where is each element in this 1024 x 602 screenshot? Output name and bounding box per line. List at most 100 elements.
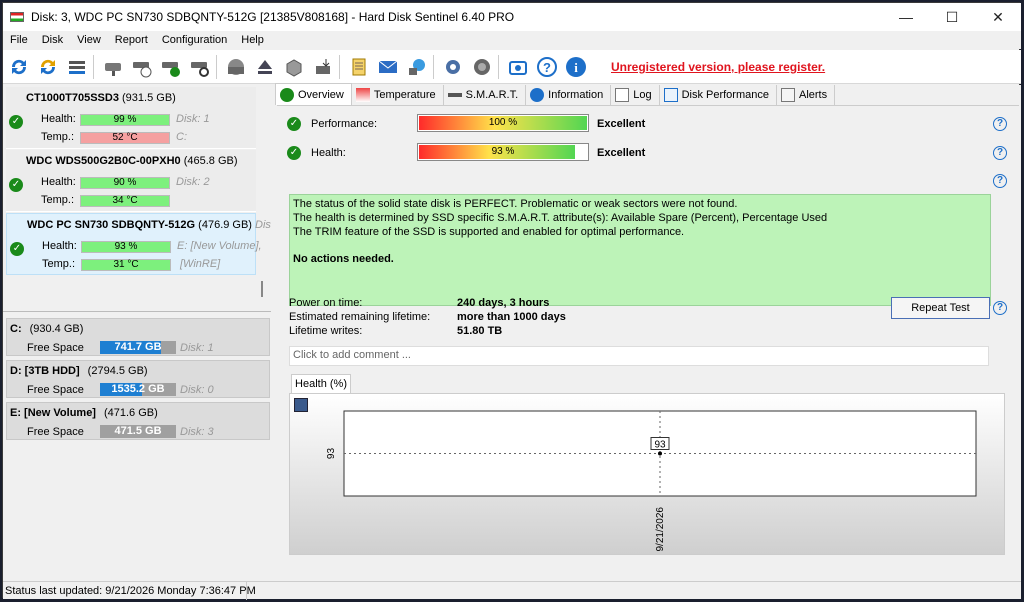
volume-disk: Disk: 3: [180, 426, 214, 438]
status-description: The status of the solid state disk is PE…: [289, 194, 991, 306]
free-space-label: Free Space: [27, 426, 84, 438]
help-icon[interactable]: ?: [534, 54, 560, 80]
email-icon[interactable]: [375, 54, 401, 80]
tab-information[interactable]: Information: [526, 85, 612, 105]
details-panel: Overview Temperature S.M.A.R.T. Informat…: [275, 83, 1021, 581]
drive-arrow-icon[interactable]: [310, 54, 336, 80]
disk-search-icon[interactable]: [187, 54, 213, 80]
remaining-lifetime-label: Estimated remaining lifetime:: [289, 311, 431, 323]
volume-name: C: (930.4 GB): [10, 323, 84, 335]
temp-bar: 34 °C: [80, 195, 170, 207]
power-on-value: 240 days, 3 hours: [457, 297, 550, 309]
tab-disk-performance[interactable]: Disk Performance: [660, 85, 777, 105]
x-tick-label: 9/21/2026: [655, 507, 666, 552]
menu-configuration[interactable]: Configuration: [155, 34, 234, 46]
volume-list: E: [New Volume],: [177, 240, 262, 252]
free-space-bar: 471.5 GB: [100, 425, 176, 438]
performance-rating: Excellent: [597, 118, 646, 130]
volume-list: [WinRE]: [180, 258, 221, 270]
tab-smart[interactable]: S.M.A.R.T.: [444, 85, 527, 105]
health-label: Health:: [311, 147, 346, 159]
volume-entry[interactable]: C: (930.4 GB) Free Space 741.7 GB Disk: 1: [6, 318, 270, 356]
overview-panel: ✓ Performance: 100 % Excellent ? ✓ Healt…: [277, 105, 1019, 579]
tab-health-chart[interactable]: Health (%): [291, 374, 351, 394]
repeat-test-button[interactable]: Repeat Test: [891, 297, 990, 319]
tab-log[interactable]: Log: [611, 85, 660, 105]
health-bar: 93 %: [81, 241, 171, 253]
disk-entry[interactable]: CT1000T705SSD3 (931.5 GB) ✓ Health: 99 % D…: [6, 87, 256, 149]
check-icon: ✓: [287, 146, 301, 160]
disk-entry[interactable]: WDC WDS500G2B0C-00PXH0 (465.8 GB) ✓ Heal…: [6, 150, 256, 212]
gear-icon[interactable]: [440, 54, 466, 80]
scrollbar[interactable]: [261, 281, 263, 297]
remaining-lifetime-value: more than 1000 days: [457, 311, 566, 323]
menu-disk[interactable]: Disk: [35, 34, 70, 46]
free-space-label: Free Space: [27, 384, 84, 396]
menu-help[interactable]: Help: [234, 34, 271, 46]
free-space-label: Free Space: [27, 342, 84, 354]
volume-entry[interactable]: D: [3TB HDD] (2794.5 GB) Free Space 1535.…: [6, 360, 270, 398]
tab-bar: Overview Temperature S.M.A.R.T. Informat…: [275, 83, 1021, 105]
temp-label: Temp.:: [41, 194, 75, 206]
network-icon[interactable]: [404, 54, 430, 80]
drive-list-icon[interactable]: [64, 54, 90, 80]
y-tick-label: 93: [326, 448, 337, 460]
help-icon[interactable]: ?: [993, 146, 1007, 160]
help-icon[interactable]: ?: [993, 117, 1007, 131]
sound-icon[interactable]: [469, 54, 495, 80]
lifetime-writes-value: 51.80 TB: [457, 325, 503, 337]
minimize-button[interactable]: —: [883, 3, 929, 31]
status-text: Status last updated: 9/21/2026 Monday 7:…: [5, 585, 256, 597]
tab-alerts[interactable]: Alerts: [777, 85, 836, 105]
disk-test-icon[interactable]: [100, 54, 126, 80]
menu-view[interactable]: View: [70, 34, 108, 46]
data-point: [658, 451, 662, 456]
data-label: 93: [654, 440, 666, 451]
info-icon[interactable]: i: [563, 54, 589, 80]
menu-report[interactable]: Report: [108, 34, 155, 46]
title-bar: Disk: 3, WDC PC SN730 SDBQNTY-512G [2138…: [3, 3, 1021, 31]
app-icon: [10, 12, 24, 22]
health-bar: 99 %: [80, 114, 170, 126]
tab-overview[interactable]: Overview: [275, 83, 352, 105]
lifetime-writes-label: Lifetime writes:: [289, 325, 363, 337]
tab-temperature[interactable]: Temperature: [352, 85, 444, 105]
refresh-all-icon[interactable]: [35, 54, 61, 80]
help-icon[interactable]: ?: [993, 301, 1007, 315]
comment-input[interactable]: Click to add comment ...: [289, 346, 989, 366]
refresh-icon[interactable]: [6, 54, 32, 80]
status-bar: Status last updated: 9/21/2026 Monday 7:…: [3, 581, 1021, 600]
disk-clock-icon[interactable]: [129, 54, 155, 80]
drive-cube-icon[interactable]: [281, 54, 307, 80]
toolbar: ? i: [3, 50, 1021, 84]
camera-icon[interactable]: [505, 54, 531, 80]
menu-file[interactable]: File: [3, 34, 35, 46]
check-icon: ✓: [287, 117, 301, 131]
free-space-bar: 741.7 GB: [100, 341, 176, 354]
disk-entry-selected[interactable]: WDC PC SN730 SDBQNTY-512G (476.9 GB) Dis…: [6, 213, 271, 275]
chart-svg: 93 93 9/21/2026: [326, 410, 977, 552]
drive-letter: C:: [176, 131, 187, 143]
temp-bar: 52 °C: [80, 132, 170, 144]
temp-label: Temp.:: [41, 131, 75, 143]
help-icon[interactable]: ?: [993, 174, 1007, 188]
temp-bar: 31 °C: [81, 259, 171, 271]
health-rating: Excellent: [597, 147, 646, 159]
disk-number: Disk: 2: [176, 176, 210, 188]
volume-disk: Disk: 0: [180, 384, 214, 396]
disk-list-panel: CT1000T705SSD3 (931.5 GB) ✓ Health: 99 % D…: [3, 85, 271, 581]
hdd-icon[interactable]: [223, 54, 249, 80]
disk-check-icon[interactable]: [158, 54, 184, 80]
eject-icon[interactable]: [252, 54, 278, 80]
volume-entry[interactable]: E: [New Volume] (471.6 GB) Free Space 471…: [6, 402, 270, 440]
register-link[interactable]: Unregistered version, please register.: [611, 60, 825, 74]
close-button[interactable]: ✕: [975, 3, 1021, 31]
performance-label: Performance:: [311, 118, 378, 130]
window-title: Disk: 3, WDC PC SN730 SDBQNTY-512G [2138…: [31, 10, 515, 24]
maximize-button[interactable]: ☐: [929, 3, 975, 31]
app-window: Disk: 3, WDC PC SN730 SDBQNTY-512G [2138…: [2, 2, 1021, 600]
svg-text:?: ?: [543, 60, 551, 75]
volume-disk: Disk: 1: [180, 342, 214, 354]
report-icon[interactable]: [346, 54, 372, 80]
health-bar: 90 %: [80, 177, 170, 189]
